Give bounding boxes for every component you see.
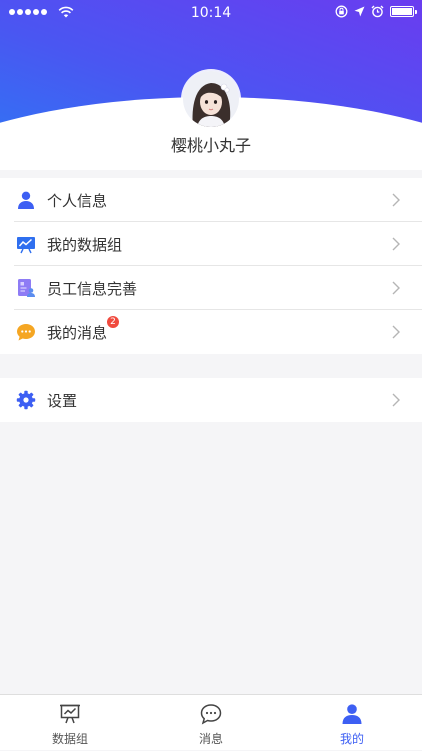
menu-label-settings: 设置 — [47, 391, 78, 410]
chat-bubble-icon — [17, 324, 35, 341]
chat-bubble-icon — [200, 704, 222, 725]
person-icon — [18, 191, 34, 209]
avatar-image — [183, 71, 239, 127]
menu-label-employee-info: 员工信息完善 — [47, 279, 138, 298]
chevron-right-icon — [392, 393, 400, 407]
menu-group-main: 个人信息 我的数据组 员工信息完善 我的消息 2 — [0, 178, 422, 354]
tab-label-data-groups: 数据组 — [51, 732, 88, 746]
menu-item-my-data-groups[interactable]: 我的数据组 — [0, 222, 422, 266]
menu-item-personal-info[interactable]: 个人信息 — [0, 178, 422, 222]
tab-label-mine: 我的 — [339, 732, 364, 746]
person-icon — [342, 704, 362, 724]
menu-item-settings[interactable]: 设置 — [0, 378, 422, 422]
tab-messages[interactable]: 消息 — [141, 695, 281, 751]
tab-mine[interactable]: 我的 — [282, 695, 422, 751]
chart-board-icon — [60, 704, 80, 724]
chart-board-icon — [17, 237, 35, 254]
chevron-right-icon — [392, 237, 400, 251]
avatar[interactable] — [183, 71, 239, 127]
battery-icon — [390, 6, 417, 17]
tab-data-groups[interactable]: 数据组 — [0, 695, 140, 751]
menu-group-settings: 设置 — [0, 378, 422, 422]
menu-label-personal-info: 个人信息 — [47, 191, 108, 210]
chevron-right-icon — [392, 193, 400, 207]
menu-label-my-messages: 我的消息 — [47, 323, 108, 342]
chevron-right-icon — [392, 281, 400, 295]
username: 樱桃小丸子 — [170, 136, 251, 155]
menu-item-employee-info[interactable]: 员工信息完善 — [0, 266, 422, 310]
chevron-right-icon — [392, 325, 400, 339]
menu-label-my-data-groups: 我的数据组 — [47, 235, 123, 254]
bottom-tab-bar: 数据组 消息 我的 — [0, 694, 422, 750]
menu-item-my-messages[interactable]: 我的消息 2 — [0, 310, 422, 354]
unread-badge: 2 — [107, 316, 119, 328]
tab-label-messages: 消息 — [198, 732, 223, 746]
gear-icon — [16, 390, 36, 410]
alarm-icon — [371, 5, 384, 18]
status-bar: 10:14 — [0, 0, 422, 26]
rotation-lock-icon — [335, 5, 348, 18]
location-arrow-icon — [354, 6, 365, 17]
employee-card-icon — [18, 279, 35, 297]
